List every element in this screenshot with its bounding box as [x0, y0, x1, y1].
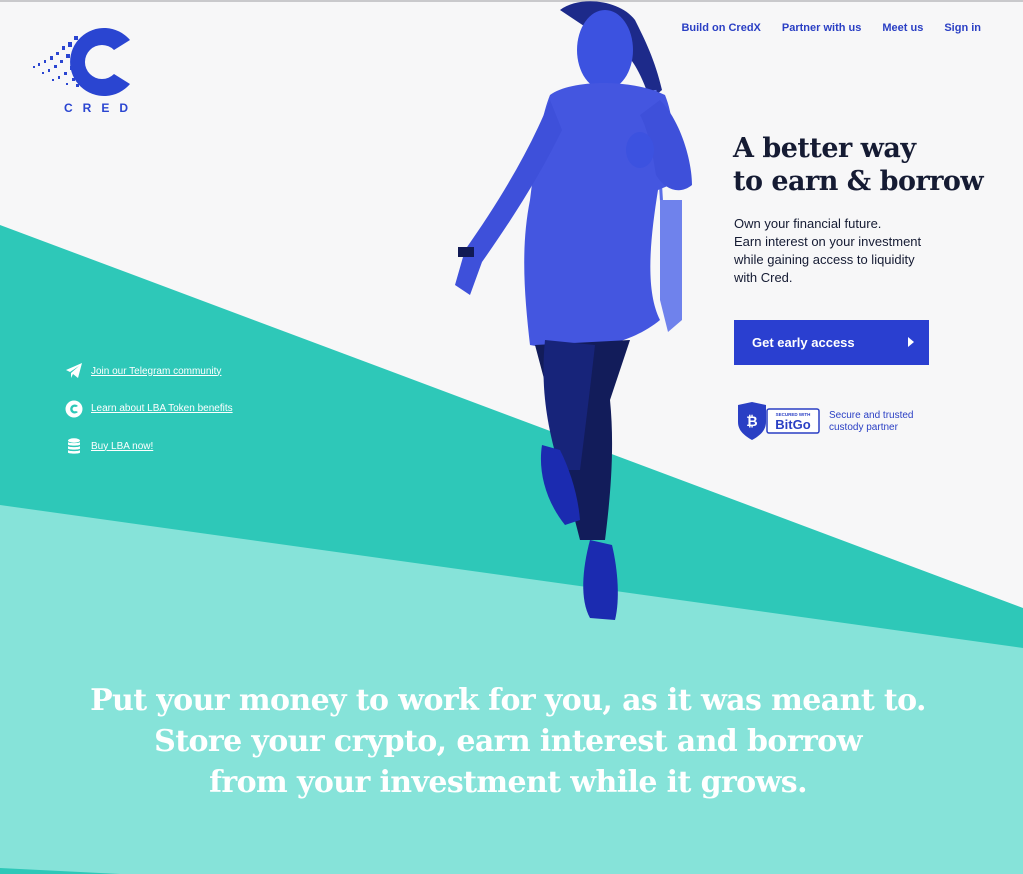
hero-subtitle-line-4: with Cred. — [734, 270, 793, 285]
hero-subtitle-line-3: while gaining access to liquidity — [734, 252, 915, 267]
telegram-icon — [66, 363, 82, 378]
cred-logo[interactable]: CRED — [28, 22, 138, 118]
coins-stack-icon — [68, 438, 80, 454]
get-early-access-label: Get early access — [752, 335, 855, 350]
telegram-community-label: Join our Telegram community — [91, 365, 222, 377]
hero-subtitle: Own your financial future. Earn interest… — [734, 215, 964, 287]
nav-partner-with-us[interactable]: Partner with us — [782, 22, 861, 34]
side-links: Join our Telegram community Learn about … — [65, 362, 233, 475]
bottom-headline: Put your money to work for you, as it wa… — [0, 680, 1016, 803]
top-nav: Build on CredX Partner with us Meet us S… — [681, 22, 981, 34]
get-early-access-button[interactable]: Get early access — [734, 320, 929, 365]
nav-sign-in[interactable]: Sign in — [944, 22, 981, 34]
hero-subtitle-line-1: Own your financial future. — [734, 216, 882, 231]
lba-token-benefits-label: Learn about LBA Token benefits — [91, 403, 233, 414]
hero-title-line-2: to earn & borrow — [733, 166, 984, 197]
custody-partner-line-1: Secure and trusted — [829, 410, 914, 421]
logo-wordmark: CRED — [64, 101, 139, 115]
hero-title: A better way to earn & borrow — [733, 132, 1013, 198]
bottom-headline-line-2: Store your crypto, earn interest and bor… — [154, 724, 862, 759]
bitgo-badge-big-text: BitGo — [775, 417, 810, 432]
buy-lba-link[interactable]: Buy LBA now! — [65, 437, 233, 455]
lba-token-benefits-link[interactable]: Learn about LBA Token benefits — [65, 400, 233, 418]
bottom-headline-line-3: from your investment while it grows. — [209, 765, 807, 800]
custody-partner-line-2: custody partner — [829, 422, 898, 433]
hero-woman-photo — [455, 1, 692, 620]
bottom-headline-line-1: Put your money to work for you, as it wa… — [90, 683, 926, 718]
bitgo-badge[interactable]: ₿ SECURED WITH BitGo — [736, 402, 826, 440]
cred-token-icon — [65, 400, 83, 417]
hero-title-line-1: A better way — [733, 133, 916, 164]
telegram-community-link[interactable]: Join our Telegram community — [65, 362, 233, 380]
hero-subtitle-line-2: Earn interest on your investment — [734, 234, 922, 249]
cred-c-mark-icon — [33, 27, 130, 96]
buy-lba-label: Buy LBA now! — [91, 440, 154, 452]
custody-partner-text: Secure and trusted custody partner — [829, 410, 949, 434]
svg-text:₿: ₿ — [746, 413, 757, 429]
play-arrow-icon — [908, 337, 914, 347]
nav-meet-us[interactable]: Meet us — [882, 22, 923, 34]
